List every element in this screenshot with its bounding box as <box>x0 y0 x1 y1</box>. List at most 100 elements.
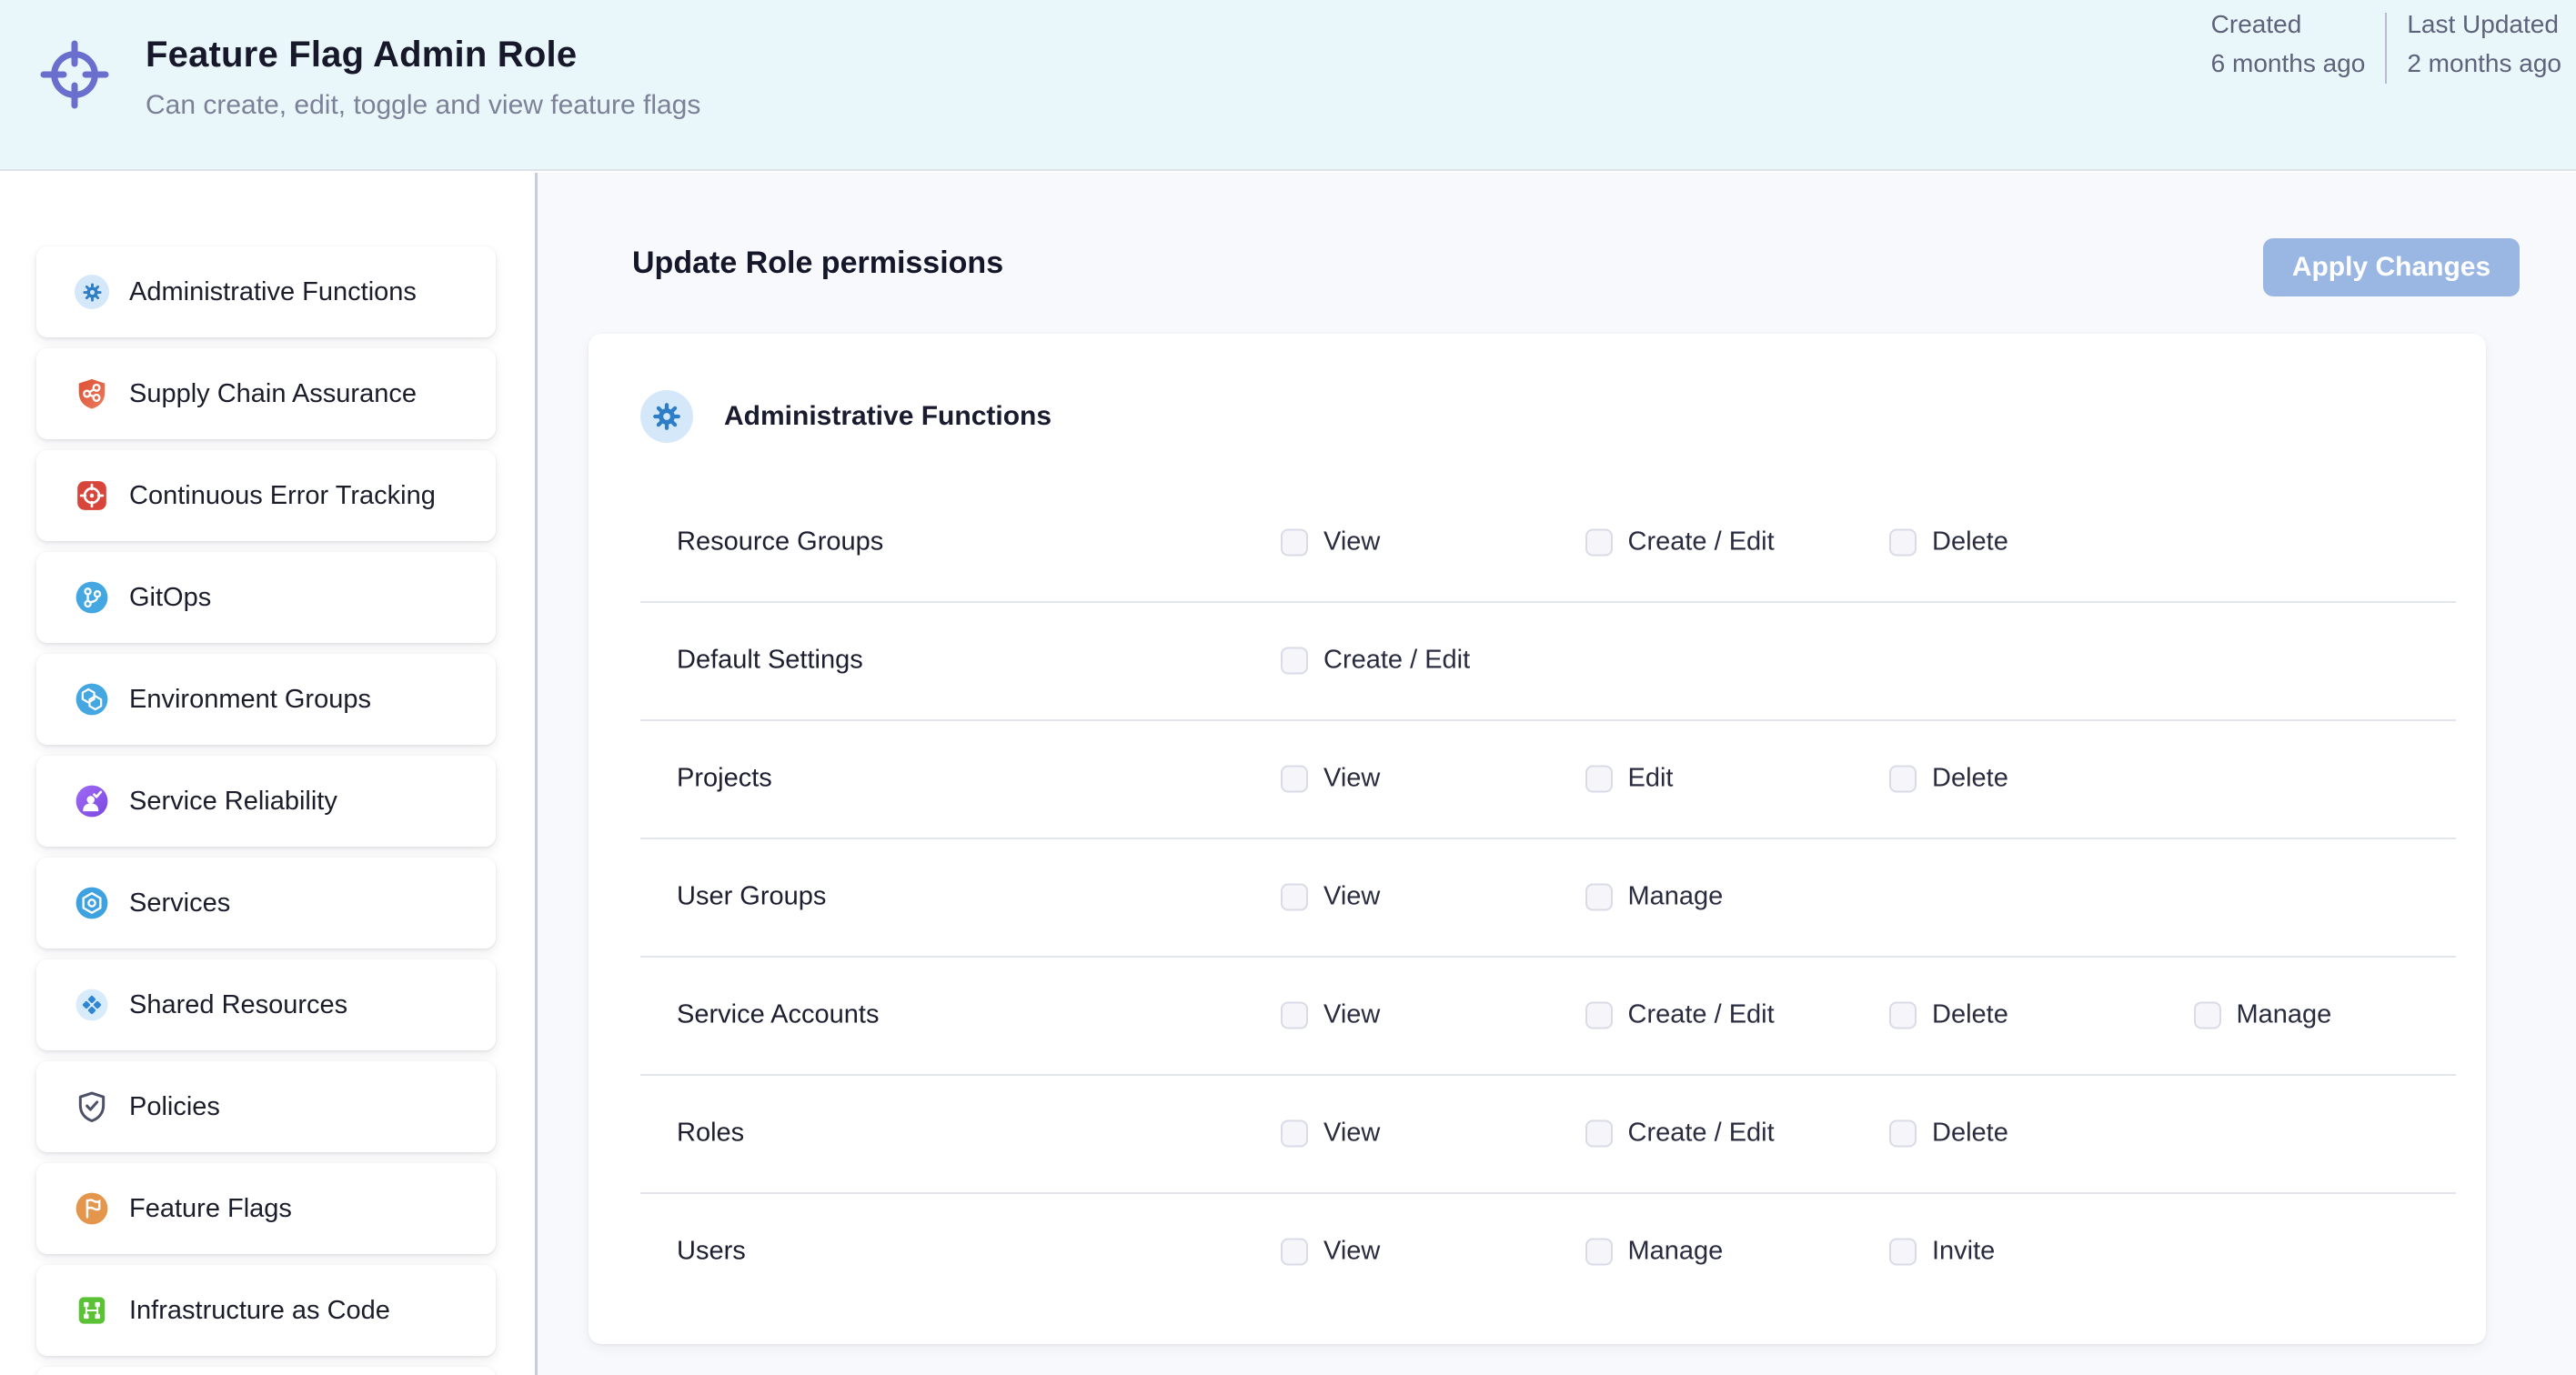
page-body: Administrative Functions Supply Chain Ass… <box>0 173 2576 1375</box>
sidebar-item-administrative-functions[interactable]: Administrative Functions <box>36 246 496 337</box>
resource-label: User Groups <box>677 882 826 912</box>
sidebar-item-environment-groups[interactable]: Environment Groups <box>36 654 496 745</box>
permission-row: Service AccountsViewCreate / EditDeleteM… <box>589 956 2486 1074</box>
target-square-icon <box>75 478 109 513</box>
permission-label: Manage <box>2237 1000 2332 1030</box>
permission-checkbox[interactable] <box>1585 1119 1613 1147</box>
permission-checkbox[interactable] <box>1281 528 1308 556</box>
sidebar-item-service-reliability[interactable]: Service Reliability <box>36 756 496 847</box>
permission-label: Create / Edit <box>1628 1119 1775 1149</box>
permission-label: Create / Edit <box>1628 1000 1775 1030</box>
meta-divider <box>2385 13 2387 84</box>
apply-changes-button[interactable]: Apply Changes <box>2263 238 2520 296</box>
permission-cell: View <box>1281 527 1380 557</box>
person-check-icon <box>75 784 109 818</box>
sidebar-item-label: Services <box>129 888 230 918</box>
permission-row: Resource Groups View Create / Edit Delete <box>589 483 2486 601</box>
permission-cell: Create / Edit <box>1585 527 1775 557</box>
resource-label: Projects <box>677 764 772 794</box>
permissions-card: Administrative Functions Resource Groups… <box>589 334 2486 1344</box>
sidebar-item-label: Environment Groups <box>129 685 371 715</box>
permission-checkbox[interactable] <box>1585 883 1613 910</box>
sidebar-item-gitops[interactable]: GitOps <box>36 552 496 643</box>
git-branch-icon <box>75 580 109 615</box>
permission-cell: Edit <box>1585 764 1674 794</box>
permission-checkbox[interactable] <box>1585 1001 1613 1029</box>
permission-cell: View <box>1281 1119 1380 1149</box>
permission-cell: Manage <box>1585 882 1724 912</box>
permission-checkbox[interactable] <box>1585 765 1613 792</box>
sidebar-item-label: Administrative Functions <box>129 277 417 307</box>
sidebar-item-feature-flags[interactable]: Feature Flags <box>36 1163 496 1254</box>
sidebar-item-shared-resources[interactable]: Shared Resources <box>36 959 496 1050</box>
permissions-rows: Resource Groups View Create / Edit Delete De… <box>589 483 2486 1310</box>
flag-icon <box>75 1191 109 1226</box>
permission-cell: View <box>1281 764 1380 794</box>
permission-cell: View <box>1281 1237 1380 1267</box>
sidebar-item-policies[interactable]: Policies <box>36 1061 496 1152</box>
last-updated-value: 2 months ago <box>2407 50 2561 78</box>
permission-cell: View <box>1281 1000 1380 1030</box>
permission-checkbox[interactable] <box>1889 1238 1917 1265</box>
permission-label: Manage <box>1628 1237 1724 1267</box>
permission-checkbox[interactable] <box>1889 1119 1917 1147</box>
permission-label: Delete <box>1932 1119 2008 1149</box>
sidebar-item-label: Shared Resources <box>129 990 347 1020</box>
permission-checkbox[interactable] <box>1281 883 1308 910</box>
last-updated-meta: Last Updated 2 months ago <box>2407 11 2561 78</box>
page-subtitle: Can create, edit, toggle and view featur… <box>146 90 700 121</box>
permission-checkbox[interactable] <box>1889 1001 1917 1029</box>
permission-checkbox[interactable] <box>1281 1001 1308 1029</box>
permission-row: RolesViewCreate / EditDelete <box>589 1074 2486 1192</box>
section-header: Administrative Functions <box>640 390 1052 443</box>
permission-checkbox[interactable] <box>1281 1238 1308 1265</box>
permission-cell: Create / Edit <box>1281 646 1470 676</box>
permission-row: User Groups View Manage <box>589 838 2486 956</box>
permission-checkbox[interactable] <box>2194 1001 2221 1029</box>
resource-label: Users <box>677 1237 746 1267</box>
main-panel: Update Role permissions Apply Changes Ad… <box>538 173 2576 1375</box>
permission-checkbox[interactable] <box>1889 765 1917 792</box>
permission-checkbox[interactable] <box>1281 765 1308 792</box>
permission-label: View <box>1323 882 1380 912</box>
sidebar-item-partial[interactable] <box>36 1367 496 1375</box>
hexagons-icon <box>75 682 109 717</box>
sidebar-item-infrastructure-as-code[interactable]: Infrastructure as Code <box>36 1265 496 1356</box>
permission-checkbox[interactable] <box>1281 647 1308 674</box>
gear-icon <box>640 390 693 443</box>
hexagon-nut-icon <box>75 886 109 920</box>
permission-checkbox[interactable] <box>1585 528 1613 556</box>
permission-row: Default Settings Create / Edit <box>589 601 2486 719</box>
resource-label: Default Settings <box>677 646 863 676</box>
sidebar-item-label: GitOps <box>129 583 211 613</box>
page-title: Feature Flag Admin Role <box>146 35 700 75</box>
meta-block: Created 6 months ago Last Updated 2 mont… <box>2211 11 2561 84</box>
last-updated-label: Last Updated <box>2407 11 2561 39</box>
sidebar-item-services[interactable]: Services <box>36 858 496 948</box>
permission-cell: Manage <box>1585 1237 1724 1267</box>
permission-checkbox[interactable] <box>1585 1238 1613 1265</box>
permission-checkbox[interactable] <box>1889 528 1917 556</box>
permission-checkbox[interactable] <box>1281 1119 1308 1147</box>
iac-tree-icon <box>75 1293 109 1328</box>
sidebar-item-label: Continuous Error Tracking <box>129 481 436 511</box>
permission-cell: Delete <box>1889 1000 2008 1030</box>
permission-label: Invite <box>1932 1237 1995 1267</box>
permission-label: View <box>1323 764 1380 794</box>
permission-label: Delete <box>1932 1000 2008 1030</box>
permission-label: View <box>1323 1000 1380 1030</box>
permission-label: Edit <box>1628 764 1674 794</box>
permission-cell: Manage <box>2194 1000 2332 1030</box>
permission-label: Manage <box>1628 882 1724 912</box>
sidebar-item-supply-chain-assurance[interactable]: Supply Chain Assurance <box>36 348 496 439</box>
section-title: Administrative Functions <box>724 401 1052 432</box>
permission-cell: Create / Edit <box>1585 1000 1775 1030</box>
permission-label: View <box>1323 1119 1380 1149</box>
permission-cell: Delete <box>1889 527 2008 557</box>
resource-label: Resource Groups <box>677 527 883 557</box>
app-root: Feature Flag Admin Role Can create, edit… <box>0 0 2576 1375</box>
permission-label: Delete <box>1932 527 2008 557</box>
sidebar-item-continuous-error-tracking[interactable]: Continuous Error Tracking <box>36 450 496 541</box>
shield-check-icon <box>75 1089 109 1124</box>
diamond-tiles-icon <box>75 988 109 1022</box>
